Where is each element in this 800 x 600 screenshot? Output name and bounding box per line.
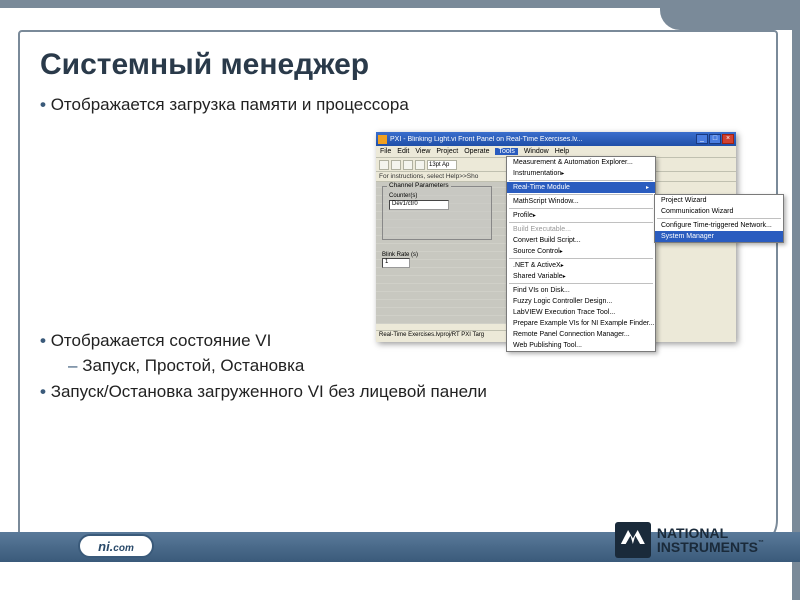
menu-item-trace[interactable]: LabVIEW Execution Trace Tool... (507, 307, 655, 318)
menu-window[interactable]: Window (524, 148, 549, 155)
menu-operate[interactable]: Operate (464, 148, 489, 155)
pause-button[interactable] (415, 160, 425, 170)
counter-label: Counter(s) (389, 193, 491, 199)
submenu-comm-wizard[interactable]: Communication Wizard (655, 206, 783, 217)
submenu-project-wizard[interactable]: Project Wizard (655, 195, 783, 206)
run-cont-button[interactable] (391, 160, 401, 170)
font-selector[interactable]: 13pt Ap (427, 160, 457, 170)
bullet-2a: Запуск, Простой, Остановка (68, 353, 760, 379)
menu-item-remote[interactable]: Remote Panel Connection Manager... (507, 329, 655, 340)
menu-help[interactable]: Help (555, 148, 569, 155)
menu-project[interactable]: Project (436, 148, 458, 155)
status-bar: Real-Time Exercises.lvproj/RT PXI Targ (376, 330, 506, 342)
menu-item-shared[interactable]: Shared Variable (507, 271, 655, 282)
front-panel: Channel Parameters Counter(s) Dev1/ctr0 … (376, 182, 506, 324)
menu-sep (509, 222, 653, 223)
menu-item-convert[interactable]: Convert Build Script... (507, 235, 655, 246)
submenu-system-manager[interactable]: System Manager (655, 231, 783, 242)
ni-eagle-icon (615, 522, 651, 558)
slide-title: Системный менеджер (40, 48, 369, 82)
menu-file[interactable]: File (380, 148, 391, 155)
decor-corner (660, 8, 792, 30)
group-title: Channel Parameters (387, 182, 451, 189)
maximize-button[interactable]: □ (709, 134, 721, 144)
menu-item-web[interactable]: Web Publishing Tool... (507, 340, 655, 351)
menu-item-net[interactable]: .NET & ActiveX (507, 260, 655, 271)
menu-item-realtime[interactable]: Real-Time Module (507, 182, 655, 193)
window-titlebar[interactable]: PXI - Blinking Light.vi Front Panel on R… (376, 132, 736, 146)
menu-item-profile[interactable]: Profile (507, 210, 655, 221)
menu-sep (657, 218, 781, 219)
menu-sep (509, 283, 653, 284)
menu-item-source[interactable]: Source Control (507, 246, 655, 257)
tools-dropdown[interactable]: Measurement & Automation Explorer... Ins… (506, 156, 656, 352)
decor-top (0, 0, 800, 8)
menu-view[interactable]: View (415, 148, 430, 155)
menu-edit[interactable]: Edit (397, 148, 409, 155)
decor-right (792, 0, 800, 600)
submenu-time-trigger[interactable]: Configure Time-triggered Network... (655, 220, 783, 231)
menu-item-max[interactable]: Measurement & Automation Explorer... (507, 157, 655, 168)
menu-item-example[interactable]: Prepare Example VIs for NI Example Finde… (507, 318, 655, 329)
menu-sep (509, 208, 653, 209)
run-button[interactable] (379, 160, 389, 170)
realtime-submenu[interactable]: Project Wizard Communication Wizard Conf… (654, 194, 784, 243)
footer: ni.com NATIONAL INSTRUMENTS™ (0, 520, 800, 570)
menu-sep (509, 194, 653, 195)
blink-control: Blink Rate (s) 1 (382, 252, 418, 268)
menu-item-findvi[interactable]: Find VIs on Disk... (507, 285, 655, 296)
channel-params-group: Channel Parameters Counter(s) Dev1/ctr0 (382, 186, 492, 240)
menu-sep (509, 258, 653, 259)
ni-logo: NATIONAL INSTRUMENTS™ (615, 522, 764, 558)
abort-button[interactable] (403, 160, 413, 170)
minimize-button[interactable]: _ (696, 134, 708, 144)
menu-item-mathscript[interactable]: MathScript Window... (507, 196, 655, 207)
app-icon (378, 135, 387, 144)
menu-item-build: Build Executable... (507, 224, 655, 235)
bullet-1: Отображается загрузка памяти и процессор… (40, 92, 760, 118)
menu-sep (509, 180, 653, 181)
menu-tools[interactable]: Tools (495, 148, 517, 155)
bullet-3: Запуск/Остановка загруженного VI без лиц… (40, 379, 760, 405)
window-title: PXI - Blinking Light.vi Front Panel on R… (390, 136, 696, 143)
menu-item-instrumentation[interactable]: Instrumentation (507, 168, 655, 179)
embedded-screenshot: PXI - Blinking Light.vi Front Panel on R… (376, 132, 736, 342)
menu-item-fuzzy[interactable]: Fuzzy Logic Controller Design... (507, 296, 655, 307)
close-button[interactable]: × (722, 134, 734, 144)
ni-com-badge: ni.com (78, 534, 154, 558)
blink-field[interactable]: 1 (382, 258, 410, 268)
counter-field[interactable]: Dev1/ctr0 (389, 200, 449, 210)
